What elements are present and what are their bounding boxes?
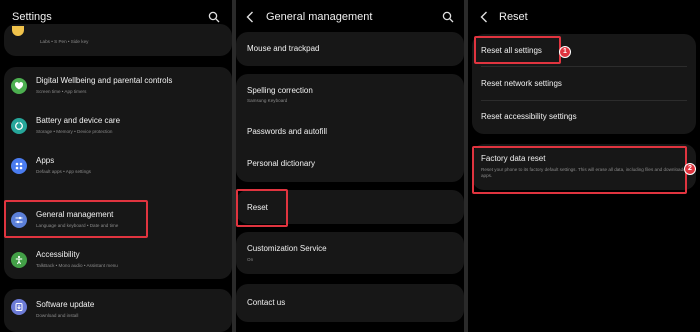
highlight-reset-all-settings — [474, 36, 561, 64]
step-badge-1: 1 — [559, 46, 571, 58]
divider — [481, 66, 687, 67]
back-arrow-icon[interactable] — [480, 11, 488, 23]
back-arrow-icon[interactable] — [246, 11, 254, 23]
menu-item-label: Reset network settings — [481, 79, 562, 88]
highlight-reset — [236, 189, 288, 227]
settings-item-label: Software update — [36, 300, 95, 309]
settings-panel: Settings Labs • S Pen • Side key Digital… — [0, 0, 232, 332]
wellbeing-icon — [11, 78, 27, 94]
menu-item-spelling-correction[interactable]: Spelling correction Samsung Keyboard — [236, 74, 464, 110]
menu-item-label: Customization Service — [247, 244, 327, 253]
settings-item-digital-wellbeing[interactable]: Digital Wellbeing and parental controls … — [4, 67, 232, 105]
menu-item-reset-accessibility-settings[interactable]: Reset accessibility settings — [472, 102, 696, 134]
menu-item-mouse-trackpad[interactable]: Mouse and trackpad — [236, 32, 464, 66]
advanced-features-card[interactable]: Labs • S Pen • Side key — [4, 24, 232, 56]
settings-item-label: Battery and device care — [36, 116, 121, 125]
step-badge-2: 2 — [684, 163, 696, 175]
battery-care-icon — [11, 118, 27, 134]
menu-item-label: Mouse and trackpad — [247, 44, 320, 53]
accessibility-icon — [11, 252, 27, 268]
highlight-general-management — [4, 200, 148, 238]
divider — [481, 100, 687, 101]
settings-item-label: Accessibility — [36, 250, 80, 259]
menu-item-label: Contact us — [247, 298, 286, 307]
settings-item-sub: TalkBack • Mono audio • Assistant menu — [36, 263, 118, 268]
settings-item-sub: Default apps • App settings — [36, 169, 91, 174]
keyboard-settings-card: Spelling correction Samsung Keyboard Pas… — [236, 74, 464, 182]
settings-item-software-update[interactable]: Software update Download and install — [4, 289, 232, 332]
settings-item-accessibility[interactable]: Accessibility TalkBack • Mono audio • As… — [4, 241, 232, 279]
page-title: Settings — [12, 11, 52, 23]
search-icon[interactable] — [208, 11, 220, 23]
settings-card: Digital Wellbeing and parental controls … — [4, 67, 232, 279]
settings-item-sub: Storage • Memory • Device protection — [36, 129, 113, 134]
settings-item-battery[interactable]: Battery and device care Storage • Memory… — [4, 107, 232, 145]
highlight-factory-data-reset — [472, 146, 687, 194]
page-title: Reset — [499, 11, 528, 23]
apps-icon — [11, 158, 27, 174]
settings-item-label: Digital Wellbeing and parental controls — [36, 76, 173, 85]
reset-panel: Reset Reset all settings Reset network s… — [468, 0, 700, 332]
menu-item-label: Reset accessibility settings — [481, 112, 577, 121]
settings-item-label: Apps — [36, 156, 55, 165]
menu-item-passwords-autofill[interactable]: Passwords and autofill — [236, 116, 464, 148]
advanced-features-icon — [12, 26, 24, 36]
page-title: General management — [266, 11, 373, 23]
general-management-panel: General management Mouse and trackpad Sp… — [236, 0, 464, 332]
menu-item-sub: Samsung Keyboard — [247, 98, 288, 103]
menu-item-label: Passwords and autofill — [247, 127, 328, 136]
menu-item-label: Spelling correction — [247, 86, 313, 95]
software-update-icon — [11, 299, 27, 315]
settings-item-sub: Download and install — [36, 313, 79, 318]
search-icon[interactable] — [442, 11, 454, 23]
reset-header: Reset — [468, 0, 700, 36]
menu-item-reset-network-settings[interactable]: Reset network settings — [472, 68, 696, 100]
general-management-header: General management — [236, 0, 464, 36]
menu-item-customization-service[interactable]: Customization Service On — [236, 232, 464, 274]
settings-item-apps[interactable]: Apps Default apps • App settings — [4, 147, 232, 185]
advanced-features-sub: Labs • S Pen • Side key — [40, 39, 89, 44]
menu-item-contact-us[interactable]: Contact us — [236, 284, 464, 322]
menu-item-personal-dictionary[interactable]: Personal dictionary — [236, 150, 464, 182]
settings-item-sub: Screen time • App timers — [36, 89, 87, 94]
menu-item-label: Personal dictionary — [247, 159, 316, 168]
menu-item-sub: On — [247, 257, 254, 262]
